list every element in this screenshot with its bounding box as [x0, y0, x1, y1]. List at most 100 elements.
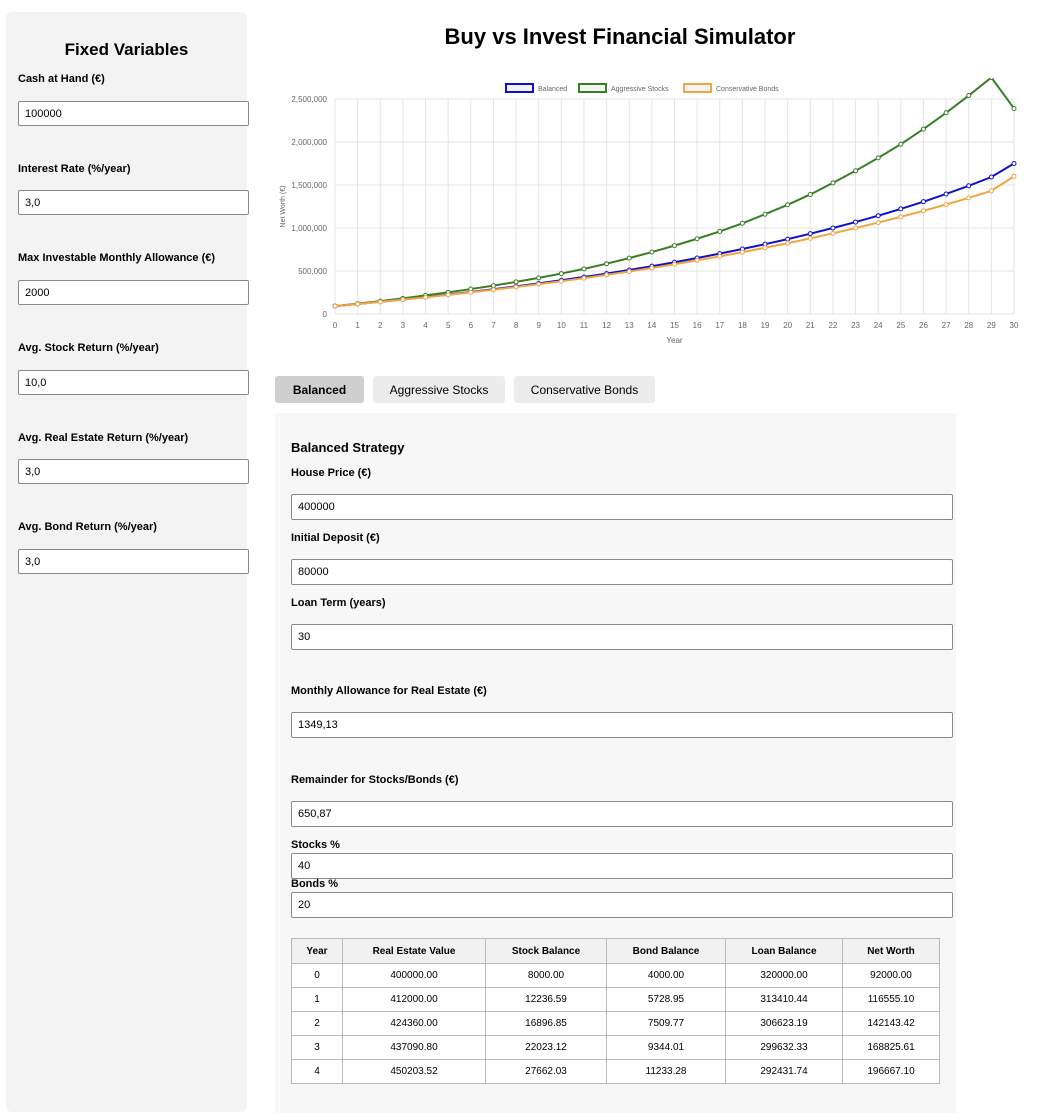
cell: 8000.00	[485, 963, 607, 988]
sidebar-title: Fixed Variables	[64, 40, 189, 59]
data-point	[649, 249, 655, 255]
data-point	[762, 245, 768, 251]
loan-term-label: Loan Term (years)	[291, 597, 386, 609]
data-point	[739, 249, 745, 255]
data-point	[785, 236, 791, 242]
x-tick-label: 26	[919, 321, 928, 330]
cell: 412000.00	[342, 987, 486, 1012]
x-tick-label: 11	[580, 321, 589, 330]
data-point	[966, 93, 972, 99]
data-point	[581, 275, 587, 281]
x-tick-label: 27	[942, 321, 951, 330]
cash-input[interactable]	[18, 101, 249, 126]
data-point	[672, 261, 677, 267]
table-row: 2 424360.00 16896.85 7509.77 306623.19 1…	[291, 1011, 940, 1036]
bond-return-label: Avg. Bond Return (%/year)	[18, 521, 157, 533]
cell: 450203.52	[342, 1059, 486, 1084]
cell: 16896.85	[485, 1011, 607, 1036]
legend-label: Aggressive Stocks	[611, 86, 669, 93]
cell: 12236.59	[485, 987, 607, 1012]
legend-label: Conservative Bonds	[716, 86, 779, 93]
initial-deposit-input[interactable]	[291, 559, 953, 585]
data-point	[626, 269, 632, 275]
x-tick-label: 18	[738, 321, 747, 330]
cell: 142143.42	[842, 1011, 940, 1036]
x-tick-label: 0	[333, 321, 338, 330]
cell: 5728.95	[606, 987, 726, 1012]
bonds-percent-input[interactable]	[291, 892, 953, 918]
real-estate-allowance-label: Monthly Allowance for Real Estate (€)	[291, 685, 487, 697]
real-estate-allowance-input[interactable]	[291, 712, 953, 738]
tab-aggressive-stocks[interactable]: Aggressive Stocks	[373, 376, 505, 403]
tab-conservative-bonds[interactable]: Conservative Bonds	[514, 376, 655, 403]
data-point	[988, 78, 994, 80]
interest-rate-input[interactable]	[18, 190, 249, 215]
page-title: Buy vs Invest Financial Simulator	[444, 24, 796, 49]
x-tick-label: 29	[987, 321, 996, 330]
cell: 299632.33	[725, 1035, 843, 1060]
data-point	[445, 292, 451, 298]
x-tick-label: 19	[761, 321, 770, 330]
data-point	[898, 214, 904, 220]
col-stock-balance: Stock Balance	[485, 938, 607, 964]
x-tick-label: 23	[851, 321, 860, 330]
cell: 22023.12	[485, 1035, 607, 1060]
cell: 313410.44	[725, 987, 843, 1012]
fixed-variables-panel: Fixed Variables Cash at Hand (€) Interes…	[6, 12, 249, 1112]
data-point	[988, 188, 994, 194]
col-bond-balance: Bond Balance	[606, 938, 726, 964]
col-year: Year	[291, 938, 343, 964]
data-point	[604, 261, 610, 267]
data-point	[490, 283, 496, 289]
data-point	[830, 225, 836, 231]
stock-return-input[interactable]	[18, 370, 249, 395]
cell: 11233.28	[606, 1059, 726, 1084]
table-row: 1 412000.00 12236.59 5728.95 313410.44 1…	[291, 987, 940, 1012]
y-tick-label: 2,000,000	[291, 138, 327, 147]
tab-balanced[interactable]: Balanced	[275, 376, 364, 403]
data-point	[377, 299, 383, 305]
loan-term-input[interactable]	[291, 624, 953, 650]
bond-return-input[interactable]	[18, 549, 249, 574]
data-point	[853, 168, 859, 174]
data-point	[558, 278, 564, 284]
cell: 116555.10	[842, 987, 940, 1012]
x-tick-label: 9	[536, 321, 541, 330]
remainder-input[interactable]	[291, 801, 953, 827]
x-tick-label: 17	[715, 321, 724, 330]
data-point	[739, 220, 745, 226]
data-point	[875, 155, 881, 161]
x-tick-label: 3	[401, 321, 406, 330]
y-tick-label: 500,000	[298, 267, 327, 276]
x-tick-label: 10	[557, 321, 566, 330]
x-tick-label: 21	[806, 321, 815, 330]
real-estate-return-input[interactable]	[18, 459, 249, 484]
legend-swatch	[683, 83, 712, 93]
cell: 92000.00	[842, 963, 940, 988]
data-point	[423, 294, 429, 300]
data-point	[943, 110, 949, 116]
x-tick-label: 13	[625, 321, 634, 330]
x-axis-title: Year	[666, 336, 683, 345]
data-point	[355, 301, 361, 307]
data-point	[920, 199, 926, 205]
data-point	[717, 228, 723, 234]
initial-deposit-label: Initial Deposit (€)	[291, 532, 380, 544]
x-tick-label: 2	[378, 321, 383, 330]
monthly-allowance-input[interactable]	[18, 280, 249, 305]
cell: 9344.01	[606, 1035, 726, 1060]
data-point	[490, 287, 496, 293]
data-point	[943, 202, 949, 208]
data-point	[581, 266, 587, 272]
data-point	[853, 225, 859, 231]
interest-rate-label: Interest Rate (%/year)	[18, 163, 131, 175]
data-point	[943, 191, 949, 197]
data-point	[807, 235, 813, 241]
cell: 3	[291, 1035, 343, 1060]
data-point	[875, 220, 881, 226]
col-real-estate-value: Real Estate Value	[342, 938, 486, 964]
cell: 400000.00	[342, 963, 486, 988]
data-point	[672, 243, 677, 249]
house-price-input[interactable]	[291, 494, 953, 520]
stocks-percent-input[interactable]	[291, 853, 953, 879]
